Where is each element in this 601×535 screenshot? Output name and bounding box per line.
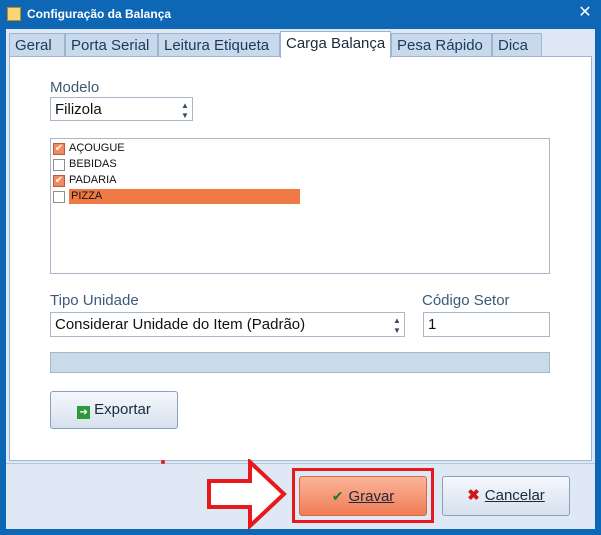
tab-leitura-etiqueta[interactable]: Leitura Etiqueta [158,33,280,57]
spin-arrows-icon[interactable]: ▲ ▼ [390,313,404,336]
tipo-unidade-label: Tipo Unidade [50,292,139,309]
export-arrow-icon: ➔ [77,406,91,419]
close-icon[interactable]: ✕ [575,3,595,23]
spin-arrows-icon[interactable]: ▲ ▼ [178,98,192,120]
footer-separator [6,463,595,464]
annotation-dot [161,460,165,464]
list-item-label: PADARIA [69,174,117,186]
cancelar-button[interactable]: ✖ Cancelar [442,476,570,516]
red-arrow-icon [207,459,287,529]
checkbox-unchecked-icon[interactable] [53,159,65,171]
modelo-label: Modelo [50,79,100,96]
tipo-unidade-value: Considerar Unidade do Item (Padrão) [55,316,306,333]
exportar-button[interactable]: ➔ Exportar [50,391,178,429]
list-item-label: AÇOUGUE [69,142,125,154]
checkbox-unchecked-icon[interactable] [53,191,65,203]
tab-porta-serial[interactable]: Porta Serial [65,33,158,57]
title-bar[interactable]: Configuração da Balança ✕ [0,0,601,29]
checkbox-checked-icon[interactable]: ✔ [53,175,65,187]
modelo-value: Filizola [55,101,102,118]
checkbox-checked-icon[interactable]: ✔ [53,143,65,155]
setores-checklist[interactable]: ✔ AÇOUGUE BEBIDAS ✔ PADARIA PIZZA [50,138,550,274]
codigo-setor-label: Código Setor [422,292,510,309]
export-progress-bar [50,352,550,373]
modelo-select[interactable]: Filizola ▲ ▼ [50,97,193,121]
tab-geral[interactable]: Geral [9,33,65,57]
codigo-setor-input[interactable]: 1 [423,312,550,337]
list-item-label: PIZZA [69,189,300,204]
gravar-label: Gravar [348,488,395,505]
app-icon [7,7,21,21]
x-icon: ✖ [467,487,480,504]
cancelar-label: Cancelar [484,487,545,504]
tipo-unidade-select[interactable]: Considerar Unidade do Item (Padrão) ▲ ▼ [50,312,405,337]
tab-pesa-rapido[interactable]: Pesa Rápido [391,33,492,57]
window-title: Configuração da Balança [27,7,172,21]
exportar-label: Exportar [94,401,151,418]
tab-panel-carga-balanca: Modelo Filizola ▲ ▼ ✔ AÇOUGUE BEBIDAS ✔ P… [9,56,592,461]
check-icon: ✔ [331,488,344,504]
tab-carga-balanca[interactable]: Carga Balança [280,31,391,58]
dialog-client-area: Geral Porta Serial Leitura Etiqueta Carg… [6,29,595,529]
gravar-button[interactable]: ✔ Gravar [299,476,427,516]
list-item-label: BEBIDAS [69,158,117,170]
dialog-window: Configuração da Balança ✕ Geral Porta Se… [0,0,601,535]
tab-dica[interactable]: Dica [492,33,542,57]
